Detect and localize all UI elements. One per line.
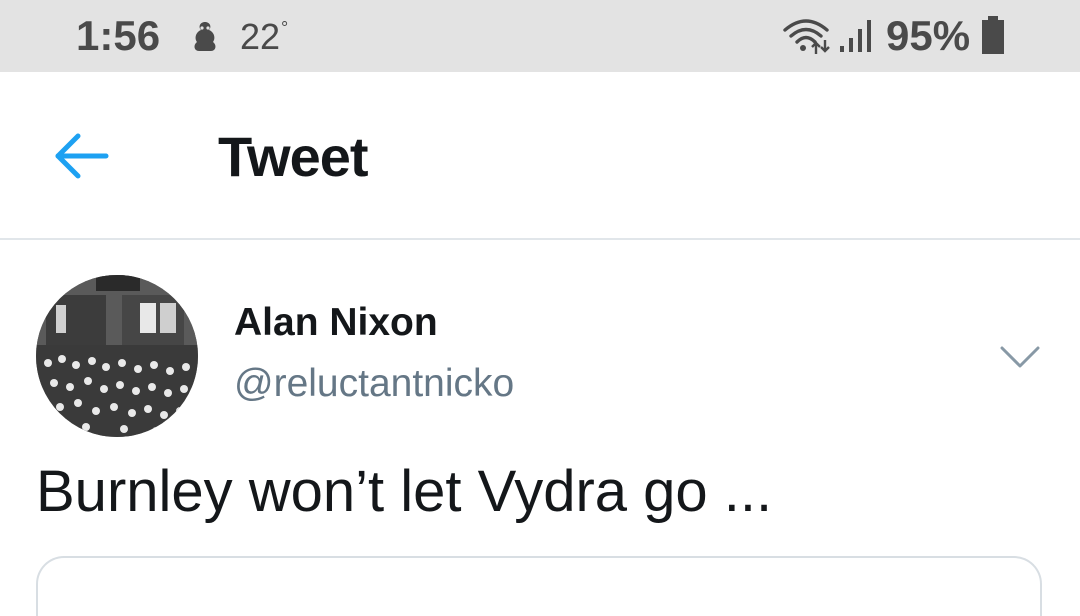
chevron-down-icon <box>1000 346 1040 368</box>
tweet-text: Burnley won’t let Vydra go ... <box>36 459 773 524</box>
author-handle[interactable]: @reluctantnicko <box>234 362 514 406</box>
wifi-icon <box>783 19 830 54</box>
signal-icon <box>840 20 871 52</box>
weather-icon <box>194 22 216 51</box>
link-card-preview[interactable] <box>36 556 1042 616</box>
top-app-bar: Tweet <box>0 72 1080 240</box>
status-time: 1:56 <box>76 12 161 59</box>
page-title: Tweet <box>218 125 369 188</box>
avatar[interactable] <box>36 275 198 437</box>
back-button[interactable] <box>52 130 114 182</box>
battery-icon <box>982 16 1004 54</box>
avatar-photo <box>36 275 198 437</box>
arrow-left-icon <box>55 133 109 179</box>
author-name[interactable]: Alan Nixon <box>234 301 438 345</box>
status-bar: 1:56 22° 95% <box>0 0 1080 72</box>
status-temperature: 22° <box>240 16 289 57</box>
tweet-options-button[interactable] <box>998 340 1042 374</box>
battery-percentage: 95% <box>886 12 971 59</box>
